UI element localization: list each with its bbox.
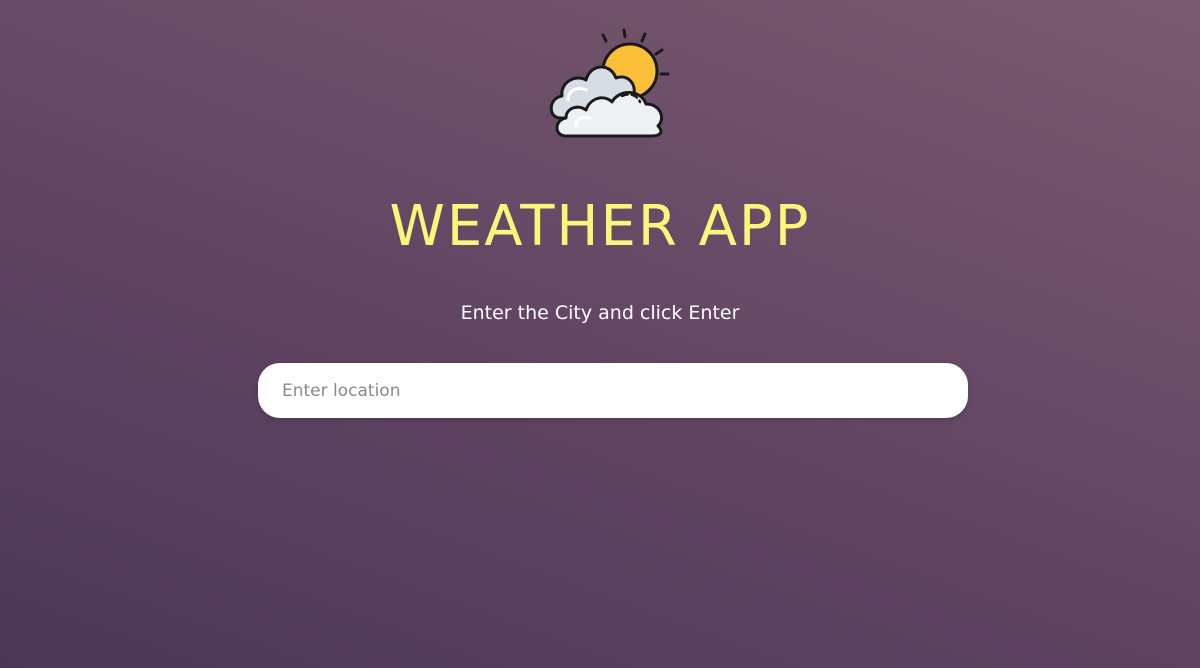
page-title: WEATHER APP: [389, 194, 811, 259]
weather-logo-icon: [546, 26, 680, 142]
instruction-text: Enter the City and click Enter: [460, 302, 740, 324]
location-input[interactable]: [258, 363, 968, 418]
search-container: [258, 363, 968, 418]
